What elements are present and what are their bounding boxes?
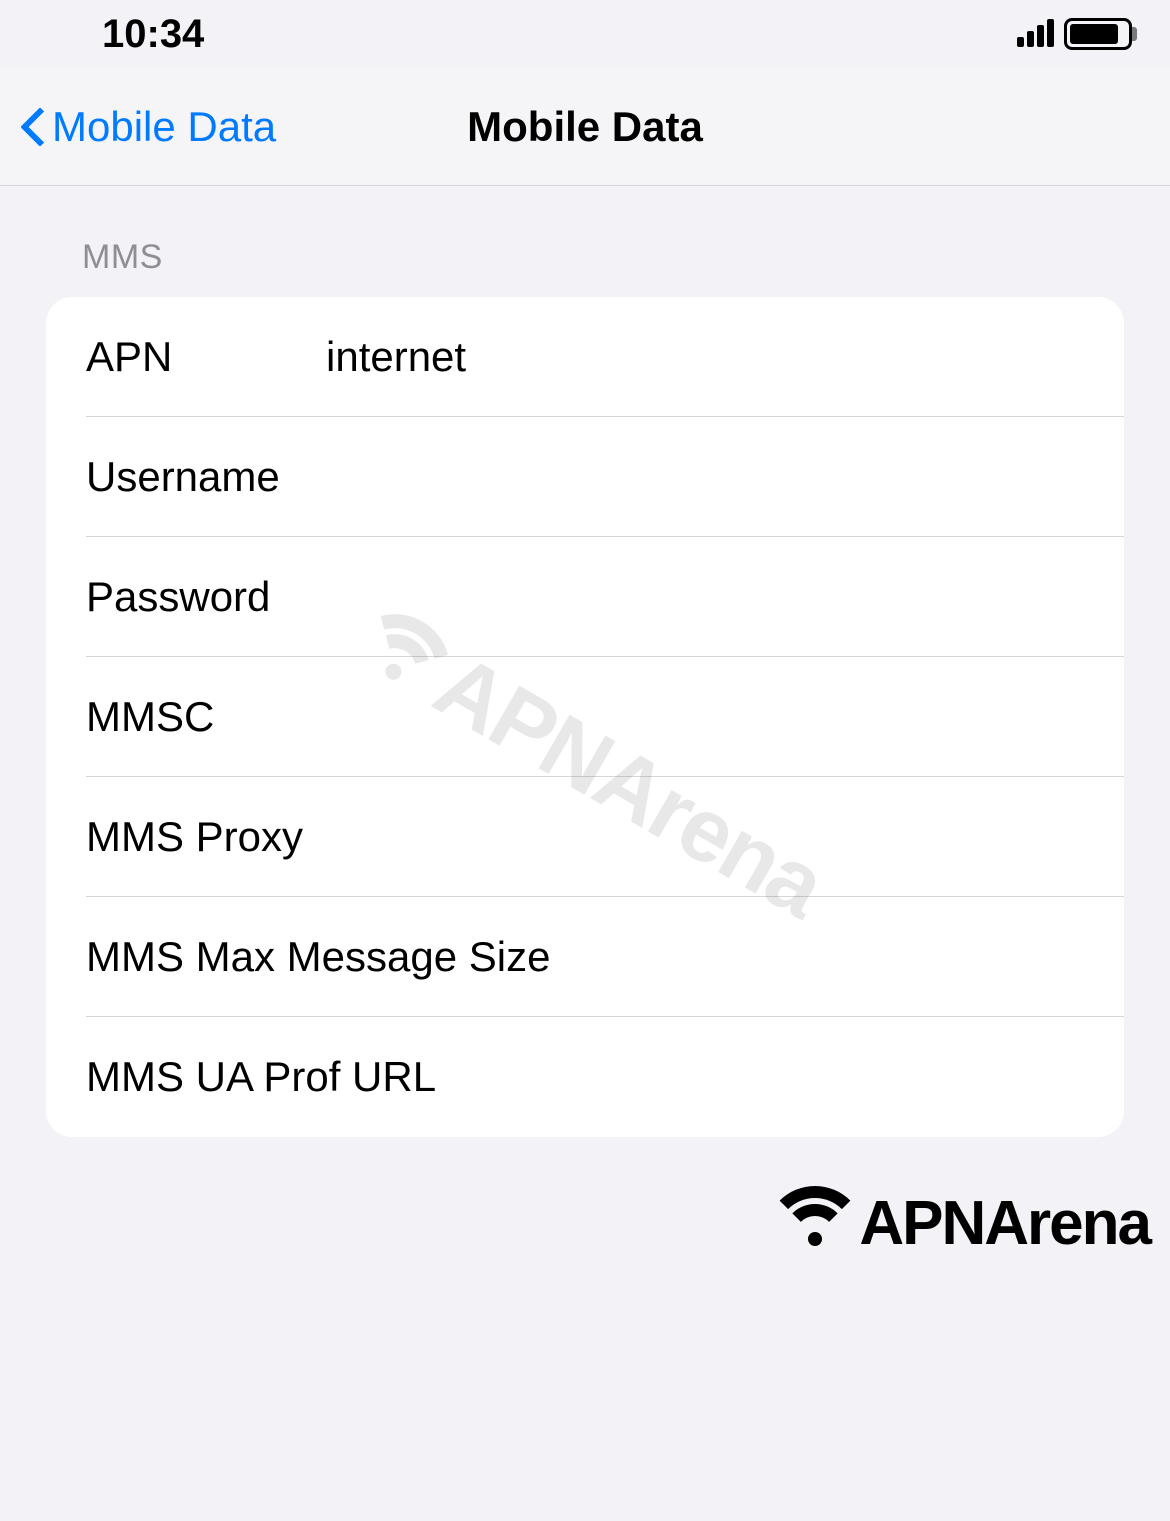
wifi-icon	[765, 1186, 865, 1261]
brand-text: APNArena	[859, 1188, 1150, 1259]
apn-label: APN	[86, 333, 326, 381]
username-input[interactable]	[326, 453, 1084, 501]
mms-max-size-label: MMS Max Message Size	[86, 933, 1084, 981]
row-mms-ua-prof[interactable]: MMS UA Prof URL	[46, 1017, 1124, 1137]
row-password[interactable]: Password	[46, 537, 1124, 657]
row-apn[interactable]: APN	[46, 297, 1124, 417]
password-label: Password	[86, 573, 326, 621]
back-label: Mobile Data	[52, 103, 276, 151]
status-time: 10:34	[102, 12, 204, 57]
cellular-signal-icon	[1017, 21, 1054, 47]
status-indicators	[1017, 18, 1132, 50]
row-mmsc[interactable]: MMSC	[46, 657, 1124, 777]
chevron-left-icon	[20, 103, 48, 151]
back-button[interactable]: Mobile Data	[20, 103, 276, 151]
settings-group-mms: APN Username Password MMSC MMS Proxy MMS…	[46, 297, 1124, 1137]
apn-input[interactable]	[326, 333, 1084, 381]
page-title: Mobile Data	[467, 103, 703, 151]
row-mms-max-size[interactable]: MMS Max Message Size	[46, 897, 1124, 1017]
mms-proxy-input[interactable]	[326, 813, 1084, 861]
mmsc-input[interactable]	[326, 693, 1084, 741]
row-username[interactable]: Username	[46, 417, 1124, 537]
mms-proxy-label: MMS Proxy	[86, 813, 326, 861]
password-input[interactable]	[326, 573, 1084, 621]
brand-footer: APNArena	[765, 1186, 1150, 1261]
mms-ua-prof-label: MMS UA Prof URL	[86, 1053, 1084, 1101]
row-mms-proxy[interactable]: MMS Proxy	[46, 777, 1124, 897]
section-header-mms: MMS	[46, 238, 1124, 297]
battery-icon	[1064, 18, 1132, 50]
status-bar: 10:34	[0, 0, 1170, 68]
navigation-bar: Mobile Data Mobile Data	[0, 68, 1170, 186]
username-label: Username	[86, 453, 326, 501]
mmsc-label: MMSC	[86, 693, 326, 741]
